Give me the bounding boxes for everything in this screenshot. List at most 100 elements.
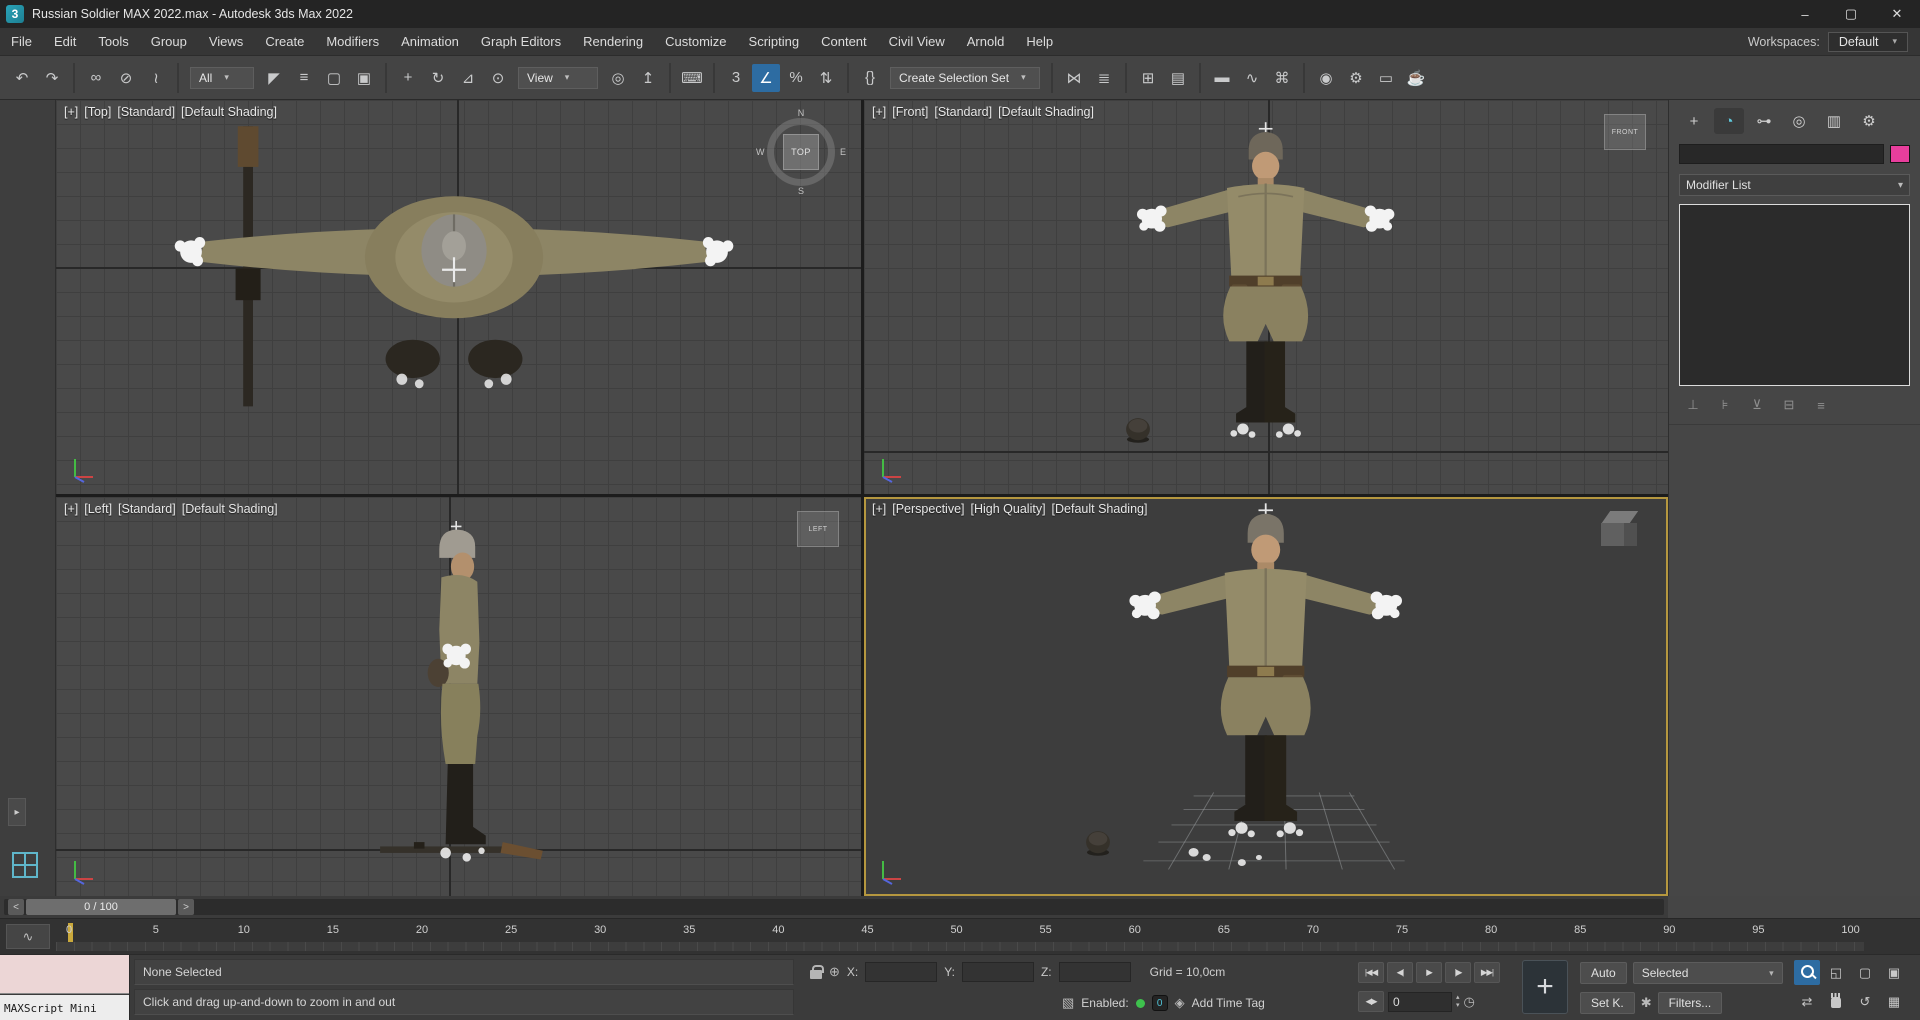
maximize-button[interactable]: ▢	[1828, 0, 1874, 28]
key-filters-button[interactable]: Filters...	[1657, 992, 1723, 1014]
next-frame-button[interactable]: |▶	[1445, 962, 1471, 983]
viewport-menu[interactable]: [Default Shading]	[1052, 502, 1148, 516]
viewcube[interactable]: FRONT	[1604, 114, 1646, 150]
select-and-manipulate-button[interactable]: ↥	[634, 64, 662, 92]
viewcube[interactable]: LEFT	[797, 511, 839, 547]
z-coordinate-field[interactable]	[1058, 962, 1131, 982]
y-coordinate-field[interactable]	[961, 962, 1034, 982]
viewport-menu[interactable]: [Default Shading]	[998, 105, 1094, 119]
show-end-result-button[interactable]: ⊧	[1715, 396, 1735, 414]
maxscript-mini-input[interactable]	[0, 955, 129, 994]
pan-button[interactable]	[1823, 989, 1849, 1014]
menu-item[interactable]: Modifiers	[315, 28, 390, 55]
progressive-display-badge[interactable]: 0	[1151, 995, 1168, 1011]
edit-named-selection-sets-button[interactable]: {}	[856, 64, 884, 92]
redo-button[interactable]: ↷	[38, 64, 66, 92]
align-button[interactable]: ≣	[1090, 64, 1118, 92]
time-slider-handle[interactable]: 0 / 100	[26, 899, 176, 915]
curve-editor-button[interactable]: ∿	[1238, 64, 1266, 92]
menu-item[interactable]: File	[0, 28, 43, 55]
go-to-start-button[interactable]: |◀◀	[1358, 962, 1384, 983]
auto-key-button[interactable]: Auto	[1580, 962, 1627, 984]
viewport-menu[interactable]: [+]	[872, 105, 886, 119]
viewcube[interactable]: TOP N S W E	[756, 108, 846, 196]
remove-modifier-button[interactable]: ⊟	[1779, 396, 1799, 414]
toggle-scene-explorer-button[interactable]: ⊞	[1134, 64, 1162, 92]
zoom-button[interactable]	[1794, 960, 1820, 985]
material-editor-button[interactable]: ◉	[1312, 64, 1340, 92]
menu-item[interactable]: Graph Editors	[470, 28, 572, 55]
toggle-ribbon-button[interactable]: ▬	[1208, 64, 1236, 92]
viewport-perspective[interactable]: [+] [Perspective] [High Quality] [Default S…	[864, 497, 1668, 896]
selection-filter-dropdown[interactable]: All ▾	[190, 66, 254, 89]
play-button[interactable]: ▶	[1416, 962, 1442, 983]
menu-item[interactable]: Edit	[43, 28, 87, 55]
spinner-snap-toggle[interactable]: ⇅	[812, 64, 840, 92]
viewport-menu[interactable]: [Standard]	[118, 502, 176, 516]
toggle-layer-explorer-button[interactable]: ▤	[1164, 64, 1192, 92]
minimize-button[interactable]: –	[1782, 0, 1828, 28]
tab-utilities[interactable]: ⚙	[1854, 108, 1884, 134]
menu-item[interactable]: Civil View	[878, 28, 956, 55]
snaps-toggle-3d[interactable]: 3	[722, 64, 750, 92]
menu-item[interactable]: Create	[254, 28, 315, 55]
modifier-stack[interactable]	[1679, 204, 1910, 386]
object-color-swatch[interactable]	[1890, 145, 1910, 163]
rectangular-selection-region-button[interactable]: ▢	[320, 64, 348, 92]
reference-coordinate-system-dropdown[interactable]: View ▾	[518, 66, 598, 89]
viewport-menu[interactable]: [Left]	[84, 502, 112, 516]
set-keys-button[interactable]: +	[1522, 960, 1568, 1014]
select-and-rotate-button[interactable]: ↻	[424, 64, 452, 92]
keyboard-shortcut-override-toggle[interactable]: ⌨	[678, 64, 706, 92]
zoom-extents-all-button[interactable]: ▣	[1881, 960, 1907, 985]
viewport-menu[interactable]: [Standard]	[934, 105, 992, 119]
object-name-field[interactable]	[1679, 144, 1884, 164]
open-mini-curve-editor-button[interactable]: ∿	[6, 924, 50, 949]
key-filters-icon[interactable]: ✱	[1641, 995, 1652, 1011]
selection-lock-icon[interactable]	[810, 965, 824, 979]
menu-item[interactable]: Views	[198, 28, 254, 55]
menu-item[interactable]: Arnold	[956, 28, 1016, 55]
adaptive-degradation-icon[interactable]: ▧	[1062, 995, 1074, 1011]
tab-motion[interactable]: ◎	[1784, 108, 1814, 134]
make-unique-button[interactable]: ⊻	[1747, 396, 1767, 414]
spinner-up-icon[interactable]: ▴	[1456, 994, 1460, 1002]
viewcube[interactable]	[1598, 509, 1644, 551]
select-object-button[interactable]: ◤	[260, 64, 288, 92]
track-bar[interactable]: ∿ 0 5 10 15 20 25 30 35 40 45 50 55 60 65 70 75 80 85 90 95…	[0, 918, 1920, 954]
configure-modifier-sets-button[interactable]: ≡	[1811, 396, 1831, 414]
orbit-button[interactable]: ↺	[1852, 989, 1878, 1014]
viewport-menu[interactable]: [Perspective]	[892, 502, 964, 516]
create-selection-set-dropdown[interactable]: Create Selection Set ▾	[890, 66, 1040, 89]
close-button[interactable]: ✕	[1874, 0, 1920, 28]
expand-scene-explorer-button[interactable]: ▸	[8, 798, 26, 826]
absolute-mode-icon[interactable]: ⊕	[829, 964, 840, 980]
key-mode-toggle-button[interactable]: ◀▶	[1358, 991, 1384, 1012]
menu-item[interactable]: Customize	[654, 28, 737, 55]
percent-snap-toggle[interactable]: %	[782, 64, 810, 92]
viewport-menu[interactable]: [+]	[64, 105, 78, 119]
time-slider-track[interactable]	[4, 899, 1664, 915]
select-by-name-button[interactable]: ≡	[290, 64, 318, 92]
rendered-frame-window-button[interactable]: ▭	[1372, 64, 1400, 92]
menu-item[interactable]: Help	[1015, 28, 1064, 55]
viewport-menu[interactable]: [+]	[64, 502, 78, 516]
frame-spinner[interactable]: ▴ ▾	[1456, 994, 1460, 1009]
add-time-tag-label[interactable]: Add Time Tag	[1192, 996, 1265, 1010]
angle-snap-toggle[interactable]: ∠	[752, 63, 780, 92]
render-setup-button[interactable]: ⚙	[1342, 64, 1370, 92]
unlink-selection-button[interactable]: ⊘	[112, 64, 140, 92]
next-frame-slider-button[interactable]: >	[178, 899, 194, 915]
mirror-button[interactable]: ⋈	[1060, 64, 1088, 92]
menu-item[interactable]: Scripting	[738, 28, 811, 55]
modifier-list-dropdown[interactable]: Modifier List ▾	[1679, 174, 1910, 196]
pin-stack-button[interactable]: ⊥	[1683, 396, 1703, 414]
viewport-menu[interactable]: [Standard]	[117, 105, 175, 119]
x-coordinate-field[interactable]	[865, 962, 938, 982]
previous-frame-button[interactable]: ◀|	[1387, 962, 1413, 983]
previous-frame-slider-button[interactable]: <	[8, 899, 24, 915]
tab-hierarchy[interactable]: ⊶	[1749, 108, 1779, 134]
select-and-scale-button[interactable]: ⊿	[454, 64, 482, 92]
zoom-region-button[interactable]: ⇄	[1794, 989, 1820, 1014]
menu-item[interactable]: Group	[140, 28, 198, 55]
